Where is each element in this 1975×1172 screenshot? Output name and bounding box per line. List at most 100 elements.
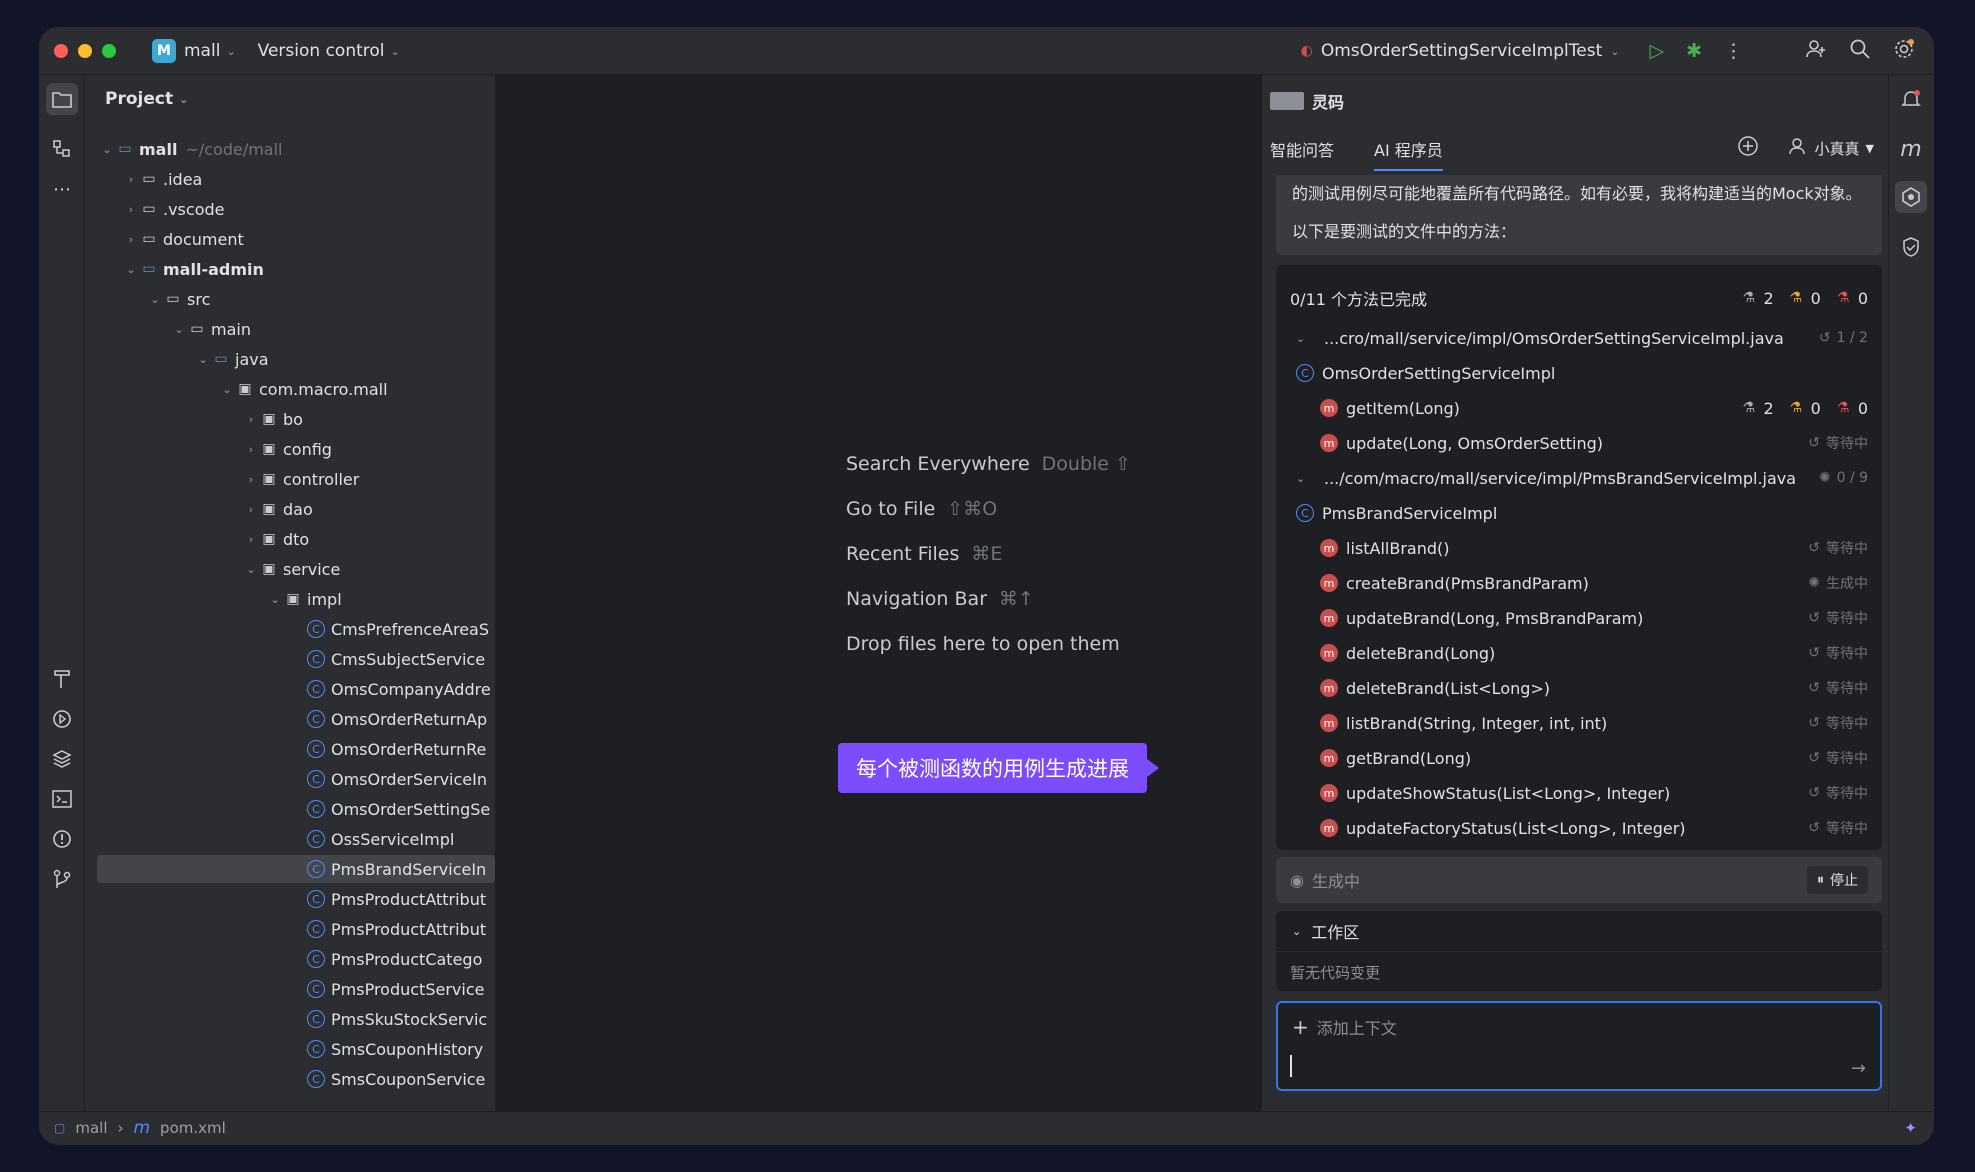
- run-config-selector[interactable]: ◐ OmsOrderSettingServiceImplTest ⌄: [1301, 41, 1620, 61]
- chevron-right-icon[interactable]: ›: [243, 443, 259, 456]
- tree-item[interactable]: ⌄ ▣ impl: [85, 585, 495, 613]
- breadcrumb-pom[interactable]: pom.xml: [160, 1119, 226, 1137]
- tree-item[interactable]: C CmsPrefrenceAreaS: [85, 615, 495, 643]
- chevron-right-icon[interactable]: ›: [123, 173, 139, 186]
- tree-item[interactable]: › ▣ dao: [85, 495, 495, 523]
- workspace-header[interactable]: ⌄ 工作区: [1276, 911, 1882, 952]
- run-icon[interactable]: ▷: [1649, 40, 1664, 62]
- version-control-menu[interactable]: Version control ⌄: [258, 41, 400, 61]
- tree-item[interactable]: ⌄ ▣ com.macro.mall: [85, 375, 495, 403]
- method-row[interactable]: m getBrand(Long) ↺ 等待中: [1276, 741, 1882, 775]
- structure-tool-icon[interactable]: [46, 133, 78, 165]
- tree-item[interactable]: C PmsProductCatego: [85, 945, 495, 973]
- chevron-right-icon[interactable]: ›: [123, 233, 139, 246]
- tab-ai-programmer[interactable]: AI 程序员: [1374, 137, 1443, 171]
- tree-item[interactable]: ⌄ ▭ main: [85, 315, 495, 343]
- tree-item[interactable]: ⌄ ▭ src: [85, 285, 495, 313]
- chat-input[interactable]: + 添加上下文 →: [1276, 1001, 1882, 1091]
- stop-button[interactable]: ⏸ 停止: [1807, 866, 1868, 894]
- tab-smart-qa[interactable]: 智能问答: [1270, 137, 1334, 171]
- terminal-icon[interactable]: [46, 783, 78, 815]
- shield-check-icon[interactable]: [1895, 231, 1927, 263]
- settings-gear-icon[interactable]: [1893, 38, 1915, 65]
- build-hammer-icon[interactable]: [46, 663, 78, 695]
- git-branch-icon[interactable]: [46, 863, 78, 895]
- method-row[interactable]: m listBrand(String, Integer, int, int) ↺ 等待…: [1276, 706, 1882, 740]
- maven-icon[interactable]: m: [1895, 133, 1927, 165]
- tree-item[interactable]: C OmsOrderReturnAp: [85, 705, 495, 733]
- chevron-down-icon[interactable]: ⌄: [243, 563, 259, 576]
- debug-icon[interactable]: ✱: [1686, 40, 1702, 62]
- chevron-down-icon[interactable]: ⌄: [171, 323, 187, 336]
- method-row[interactable]: m listAllBrand() ↺ 等待中: [1276, 531, 1882, 565]
- file-row[interactable]: ⌄ .../com/macro/mall/service/impl/PmsBran…: [1276, 461, 1882, 495]
- method-row[interactable]: m deleteBrand(List<Long>) ↺ 等待中: [1276, 671, 1882, 705]
- method-row[interactable]: m updateFactoryStatus(List<Long>, Integer…: [1276, 811, 1882, 845]
- method-row[interactable]: m deleteBrand(Long) ↺ 等待中: [1276, 636, 1882, 670]
- tree-item[interactable]: C OmsOrderReturnRe: [85, 735, 495, 763]
- tree-item[interactable]: › ▣ config: [85, 435, 495, 463]
- tree-item[interactable]: ⌄ ▣ service: [85, 555, 495, 583]
- tree-item[interactable]: C OmsCompanyAddre: [85, 675, 495, 703]
- project-tool-icon[interactable]: [46, 83, 78, 115]
- problems-icon[interactable]: [46, 823, 78, 855]
- tree-item[interactable]: C OmsOrderSettingSe: [85, 795, 495, 823]
- class-row[interactable]: C OmsOrderSettingServiceImpl: [1276, 356, 1882, 390]
- tree-item[interactable]: C SmsCouponService: [85, 1065, 495, 1093]
- chevron-down-icon[interactable]: ⌄: [1296, 472, 1316, 485]
- tree-item[interactable]: C PmsProductAttribut: [85, 885, 495, 913]
- tree-item[interactable]: ⌄ ▭ java: [85, 345, 495, 373]
- tree-item[interactable]: › ▭ document: [85, 225, 495, 253]
- file-row[interactable]: ⌄ ...cro/mall/service/impl/OmsOrderSettin…: [1276, 321, 1882, 355]
- project-panel-header[interactable]: Project ⌄: [85, 75, 495, 123]
- lingma-tool-icon[interactable]: [1895, 181, 1927, 213]
- chevron-down-icon[interactable]: ⌄: [147, 293, 163, 306]
- method-row[interactable]: m createBrand(PmsBrandParam) ✺ 生成中: [1276, 566, 1882, 600]
- services-icon[interactable]: [46, 703, 78, 735]
- chevron-right-icon[interactable]: ›: [243, 533, 259, 546]
- tree-item[interactable]: ⌄ ▭ mall ~/code/mall: [85, 135, 495, 163]
- chevron-down-icon[interactable]: ⌄: [267, 593, 283, 606]
- tree-item[interactable]: C PmsProductService: [85, 975, 495, 1003]
- new-chat-icon[interactable]: [1737, 135, 1759, 161]
- chevron-down-icon[interactable]: ⌄: [99, 143, 115, 156]
- tree-item[interactable]: ⌄ ▭ mall-admin: [85, 255, 495, 283]
- search-icon[interactable]: [1849, 38, 1871, 65]
- more-vertical-icon[interactable]: ⋮: [1724, 40, 1743, 62]
- tree-item[interactable]: C PmsProductAttribut: [85, 915, 495, 943]
- chevron-right-icon[interactable]: ›: [243, 503, 259, 516]
- tree-item[interactable]: › ▭ .vscode: [85, 195, 495, 223]
- tree-item[interactable]: C PmsSkuStockServic: [85, 1005, 495, 1033]
- tree-item[interactable]: C PmsBrandServiceIn: [97, 855, 495, 883]
- class-row[interactable]: C PmsBrandServiceImpl: [1276, 496, 1882, 530]
- method-row[interactable]: m updateShowStatus(List<Long>, Integer) ↺ 等…: [1276, 776, 1882, 810]
- minimize-window-button[interactable]: [78, 44, 92, 58]
- tree-item[interactable]: › ▣ bo: [85, 405, 495, 433]
- add-context-button[interactable]: + 添加上下文: [1292, 1015, 1397, 1039]
- notifications-bell-icon[interactable]: [1895, 83, 1927, 115]
- method-row[interactable]: m getItem(Long) ⚗ 2 ⚗ 0 ⚗ 0: [1276, 391, 1882, 425]
- layers-icon[interactable]: [46, 743, 78, 775]
- tree-item[interactable]: › ▭ .idea: [85, 165, 495, 193]
- chevron-right-icon[interactable]: ›: [123, 203, 139, 216]
- tree-item[interactable]: › ▣ controller: [85, 465, 495, 493]
- zoom-window-button[interactable]: [102, 44, 116, 58]
- user-menu[interactable]: 小真真 ▼: [1788, 137, 1874, 159]
- chevron-down-icon[interactable]: ⌄: [1296, 332, 1316, 345]
- chevron-down-icon[interactable]: ⌄: [219, 383, 235, 396]
- lingma-status-icon[interactable]: ✦: [1904, 1119, 1917, 1137]
- project-switcher[interactable]: mall ⌄: [184, 41, 236, 61]
- more-horizontal-icon[interactable]: ⋯: [46, 173, 78, 205]
- tree-item[interactable]: C SmsCouponHistory: [85, 1035, 495, 1063]
- tree-item[interactable]: › ▣ dto: [85, 525, 495, 553]
- chevron-right-icon[interactable]: ›: [243, 413, 259, 426]
- tree-item[interactable]: C CmsSubjectService: [85, 645, 495, 673]
- close-window-button[interactable]: [54, 44, 68, 58]
- chevron-right-icon[interactable]: ›: [243, 473, 259, 486]
- breadcrumb-mall[interactable]: mall: [75, 1119, 107, 1137]
- tree-item[interactable]: C OssServiceImpl: [85, 825, 495, 853]
- method-row[interactable]: m update(Long, OmsOrderSetting) ↺ 等待中: [1276, 426, 1882, 460]
- method-row[interactable]: m updateBrand(Long, PmsBrandParam) ↺ 等待中: [1276, 601, 1882, 635]
- send-arrow-icon[interactable]: →: [1851, 1058, 1866, 1079]
- add-user-icon[interactable]: [1805, 38, 1827, 65]
